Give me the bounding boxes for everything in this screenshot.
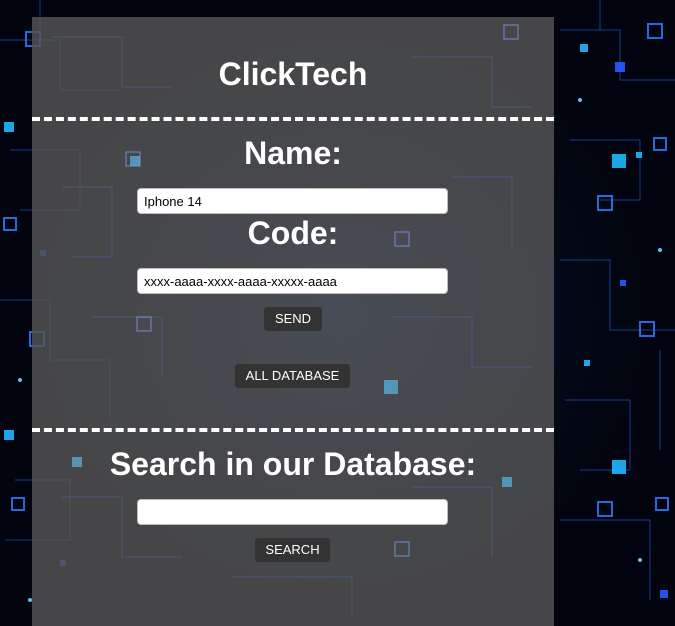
all-database-button[interactable]: ALL DATABASE xyxy=(235,364,350,388)
top-divider xyxy=(32,117,554,121)
code-input[interactable] xyxy=(137,268,448,294)
code-label: Code: xyxy=(247,215,339,251)
search-input[interactable] xyxy=(137,499,448,525)
name-label: Name: xyxy=(244,135,342,171)
search-heading: Search in our Database: xyxy=(109,446,477,482)
page-title: ClickTech xyxy=(218,56,368,92)
bottom-divider xyxy=(32,428,554,432)
search-button[interactable]: SEARCH xyxy=(255,538,330,562)
name-input[interactable] xyxy=(137,188,448,214)
send-button[interactable]: SEND xyxy=(264,307,322,331)
